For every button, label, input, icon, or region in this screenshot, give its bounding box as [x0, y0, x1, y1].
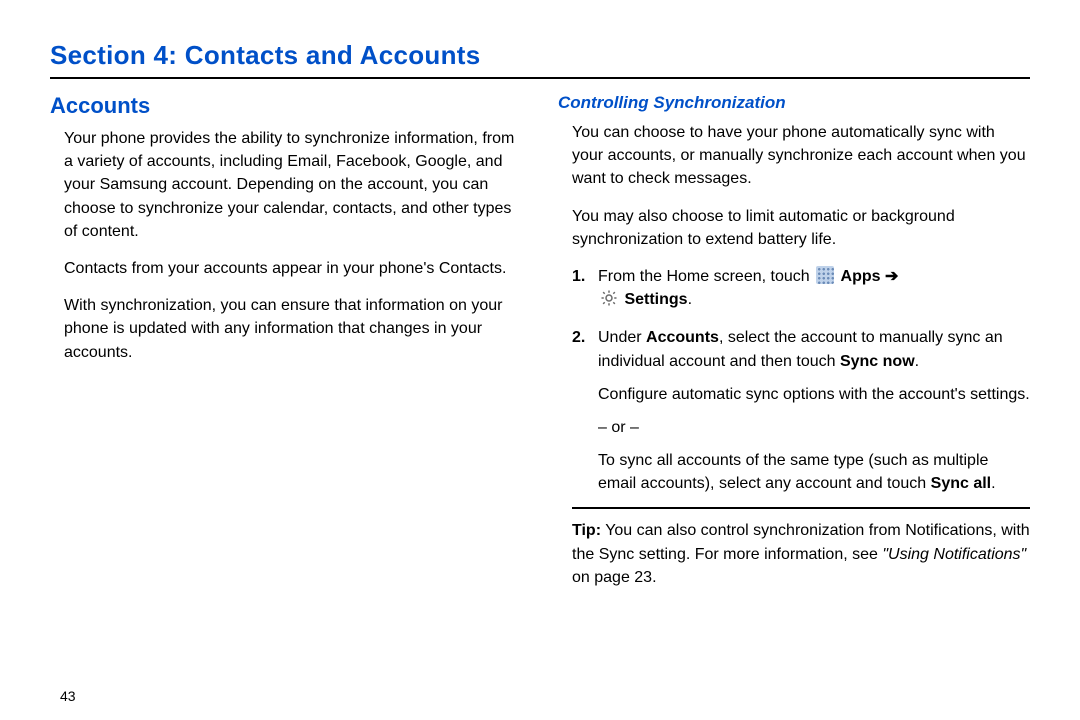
accounts-intro-3: With synchronization, you can ensure tha… — [64, 294, 522, 364]
right-column: Controlling Synchronization You can choo… — [558, 93, 1030, 589]
step-2e: To sync all accounts of the same type (s… — [598, 449, 1030, 495]
section-title: Section 4: Contacts and Accounts — [50, 40, 1030, 71]
step-2e2: . — [991, 475, 995, 492]
title-rule — [50, 77, 1030, 79]
sync-p1: You can choose to have your phone automa… — [572, 121, 1030, 191]
accounts-heading: Accounts — [50, 93, 522, 119]
step-1-text-prefix: From the Home screen, touch — [598, 268, 814, 285]
sync-heading: Controlling Synchronization — [558, 93, 1030, 113]
step-2-accounts: Accounts — [646, 329, 719, 346]
page-number: 43 — [60, 688, 76, 704]
step-1-apps: Apps — [841, 268, 881, 285]
step-1-suffix: . — [688, 291, 692, 308]
sync-p2: You may also choose to limit automatic o… — [572, 205, 1030, 251]
steps-list: 1. From the Home screen, touch Apps ➔ Se… — [572, 265, 1030, 496]
step-2: 2. Under Accounts, select the account to… — [572, 326, 1030, 495]
step-1: 1. From the Home screen, touch Apps ➔ Se… — [572, 265, 1030, 314]
tip-block: Tip: You can also control synchronizatio… — [572, 519, 1030, 589]
accounts-intro-1: Your phone provides the ability to synch… — [64, 127, 522, 243]
tip-text-b: on page 23. — [572, 569, 657, 586]
tip-label: Tip: — [572, 522, 601, 539]
step-2-syncall: Sync all — [931, 475, 991, 492]
step-2c: . — [915, 353, 919, 370]
step-1-settings: Settings — [624, 291, 687, 308]
gear-icon — [600, 289, 618, 314]
step-2-syncnow: Sync now — [840, 353, 915, 370]
two-column-layout: Accounts Your phone provides the ability… — [50, 93, 1030, 589]
step-2d: Configure automatic sync options with th… — [598, 383, 1030, 406]
accounts-intro-2: Contacts from your accounts appear in yo… — [64, 257, 522, 280]
step-2a: Under — [598, 329, 646, 346]
step-1-arrow: ➔ — [881, 268, 899, 285]
tip-ref: "Using Notifications" — [882, 546, 1026, 563]
tip-rule — [572, 507, 1030, 509]
step-2-or: – or – — [598, 416, 1030, 439]
step-2-number: 2. — [572, 326, 585, 349]
step-1-number: 1. — [572, 265, 585, 288]
apps-icon — [816, 266, 834, 284]
left-column: Accounts Your phone provides the ability… — [50, 93, 522, 589]
